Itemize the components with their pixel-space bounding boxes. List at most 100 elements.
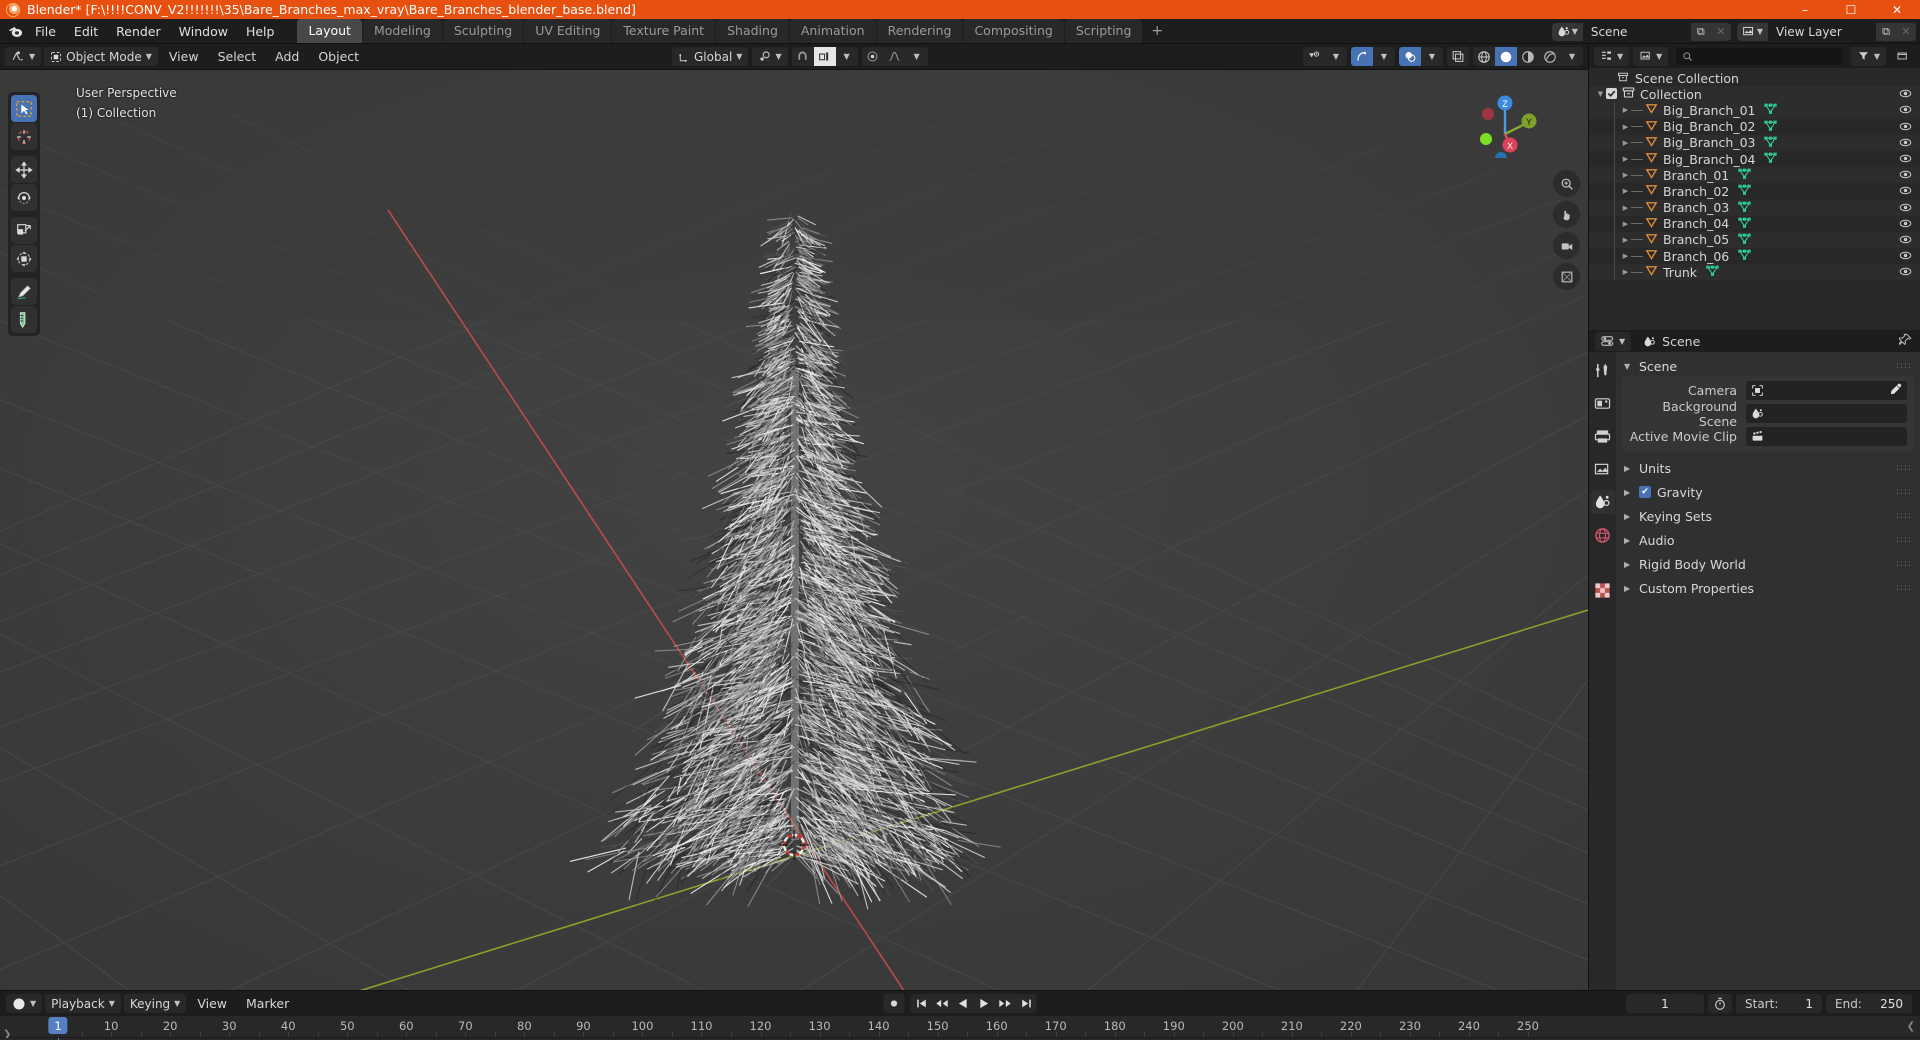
object-expand-icon[interactable]: ▶ [1620, 252, 1631, 260]
eyedropper-icon[interactable] [1889, 383, 1902, 399]
object-visibility-icon[interactable] [1899, 233, 1912, 249]
snap-magnet-icon[interactable] [792, 47, 814, 66]
mesh-data-icon[interactable] [1738, 216, 1751, 232]
tab-shading[interactable]: Shading [716, 19, 789, 43]
shading-rendered-icon[interactable] [1539, 47, 1561, 66]
collection-expand-icon[interactable]: ▼ [1595, 90, 1606, 98]
properties-section-header[interactable]: ▶ Audio:::: [1616, 528, 1920, 552]
object-visibility-icon[interactable] [1899, 120, 1912, 136]
tab-world-properties[interactable] [1591, 523, 1615, 547]
snap-target-icon[interactable] [813, 47, 836, 66]
annotate-tool-icon[interactable] [11, 278, 37, 305]
object-visibility-icon[interactable] [1899, 201, 1912, 217]
outliner-new-collection-button[interactable] [1890, 47, 1915, 66]
toggle-xray-icon[interactable] [1447, 47, 1469, 66]
view-layer-icon[interactable]: ▼ [1736, 22, 1768, 41]
outliner-row-scene-collection[interactable]: ▼ Scene Collection [1589, 70, 1920, 86]
scene-icon[interactable]: ▼ [1551, 22, 1583, 41]
camera-field[interactable] [1746, 381, 1907, 400]
play-button[interactable] [973, 994, 995, 1013]
add-workspace-button[interactable]: + [1143, 20, 1171, 42]
mesh-data-icon[interactable] [1764, 151, 1778, 167]
use-preview-range-icon[interactable] [1708, 994, 1732, 1013]
tab-rendering[interactable]: Rendering [876, 19, 963, 43]
tab-scene-properties[interactable] [1590, 490, 1615, 514]
auto-keyframe-button[interactable] [883, 994, 905, 1013]
outliner-row-object[interactable]: ▶ Branch_01 [1589, 167, 1920, 184]
menu-edit[interactable]: Edit [65, 21, 107, 42]
mesh-data-icon[interactable] [1738, 183, 1751, 199]
viewport-menu-add[interactable]: Add [267, 47, 307, 66]
outliner-row-object[interactable]: ▶ Branch_06 [1589, 248, 1920, 265]
properties-section-header[interactable]: ▶ Units:::: [1616, 456, 1920, 480]
object-visibility-icon[interactable] [1899, 249, 1912, 265]
object-visibility-icon[interactable] [1899, 168, 1912, 184]
current-frame-field[interactable]: 1 [1626, 994, 1704, 1013]
background-scene-field[interactable] [1746, 404, 1907, 423]
viewport-menu-object[interactable]: Object [310, 47, 367, 66]
show-gizmo-icon[interactable] [1351, 47, 1373, 66]
view-layer-name[interactable]: View Layer [1768, 22, 1876, 41]
toggle-orthographic-icon[interactable] [1553, 263, 1580, 290]
transform-tool-icon[interactable] [11, 245, 37, 272]
gizmo-caret[interactable]: ▼ [1373, 47, 1395, 66]
viewport-menu-view[interactable]: View [161, 47, 207, 66]
snap-dropdown-caret[interactable]: ▼ [836, 47, 858, 66]
mesh-data-icon[interactable] [1738, 167, 1751, 183]
outliner-row-collection[interactable]: ▼ Collection [1589, 86, 1920, 103]
tab-modeling[interactable]: Modeling [362, 19, 442, 43]
tab-uv-editing[interactable]: UV Editing [524, 19, 612, 43]
new-viewlayer-button[interactable]: ⧉ [1876, 22, 1896, 41]
outliner-row-object[interactable]: ▶ Branch_02 [1589, 183, 1920, 200]
timeline-ruler[interactable]: 10 20 30 40 50 60 70 80 90 100 110 120 130 140 150 160 1… [0, 1016, 1920, 1040]
mesh-data-icon[interactable] [1738, 200, 1751, 216]
mesh-data-icon[interactable] [1738, 232, 1751, 248]
tab-output-properties[interactable] [1591, 424, 1615, 448]
camera-view-icon[interactable] [1553, 232, 1580, 259]
object-expand-icon[interactable]: ▶ [1620, 220, 1631, 228]
timeline-view-menu[interactable]: View [189, 994, 235, 1013]
menu-help[interactable]: Help [237, 21, 284, 42]
proportional-edit-icon[interactable] [862, 47, 884, 66]
outliner-row-object[interactable]: ▶ Branch_05 [1589, 231, 1920, 249]
outliner-row-object[interactable]: ▶ Branch_04 [1589, 215, 1920, 232]
tab-tool-properties[interactable] [1591, 358, 1615, 382]
prev-keyframe-button[interactable] [931, 994, 953, 1013]
tab-animation[interactable]: Animation [789, 19, 876, 43]
object-expand-icon[interactable]: ▶ [1620, 187, 1631, 195]
transform-orientation-dropdown[interactable]: Global ▼ [672, 47, 749, 66]
outliner-row-object[interactable]: ▶ Big_Branch_03 [1589, 134, 1920, 151]
shading-material-icon[interactable] [1517, 47, 1539, 66]
timeline-editor-type-button[interactable]: ▼ [6, 994, 43, 1013]
scene-name[interactable]: Scene [1582, 22, 1691, 41]
tab-texture-properties[interactable] [1591, 578, 1615, 602]
shading-caret[interactable]: ▼ [1561, 47, 1583, 66]
viewport-menu-select[interactable]: Select [210, 47, 265, 66]
new-scene-button[interactable]: ⧉ [1690, 22, 1711, 41]
close-button[interactable]: ✕ [1874, 0, 1920, 19]
start-frame-field[interactable]: Start: 1 [1736, 994, 1822, 1013]
editor-type-button[interactable]: ▼ [5, 47, 42, 66]
tab-compositing[interactable]: Compositing [963, 19, 1064, 43]
blender-menu-icon[interactable] [4, 20, 26, 42]
pin-icon[interactable] [1898, 333, 1912, 350]
tab-sculpting[interactable]: Sculpting [442, 19, 524, 43]
tab-layout[interactable]: Layout [297, 19, 362, 43]
object-visibility-icon[interactable] [1899, 265, 1912, 281]
falloff-icon[interactable] [884, 47, 906, 66]
falloff-dropdown-caret[interactable]: ▼ [906, 47, 928, 66]
outliner-row-object[interactable]: ▶ Branch_03 [1589, 199, 1920, 217]
object-mode-dropdown[interactable]: Object Mode ▼ [44, 47, 158, 66]
object-expand-icon[interactable]: ▶ [1620, 268, 1631, 276]
outliner-row-object[interactable]: ▶ Big_Branch_04 [1589, 150, 1920, 168]
scene-panel-header[interactable]: ▼ Scene :::: [1616, 356, 1920, 376]
properties-section-header[interactable]: ▶ Custom Properties:::: [1616, 576, 1920, 600]
unlink-scene-button[interactable]: ✕ [1710, 22, 1731, 41]
object-expand-icon[interactable]: ▶ [1620, 236, 1631, 244]
menu-window[interactable]: Window [170, 21, 237, 42]
object-visibility-icon[interactable] [1899, 184, 1912, 200]
mesh-data-icon[interactable] [1764, 102, 1778, 118]
object-visibility-icon[interactable] [1899, 152, 1912, 168]
pivot-point-dropdown[interactable]: ▼ [752, 47, 788, 66]
minimize-button[interactable]: – [1782, 0, 1828, 19]
